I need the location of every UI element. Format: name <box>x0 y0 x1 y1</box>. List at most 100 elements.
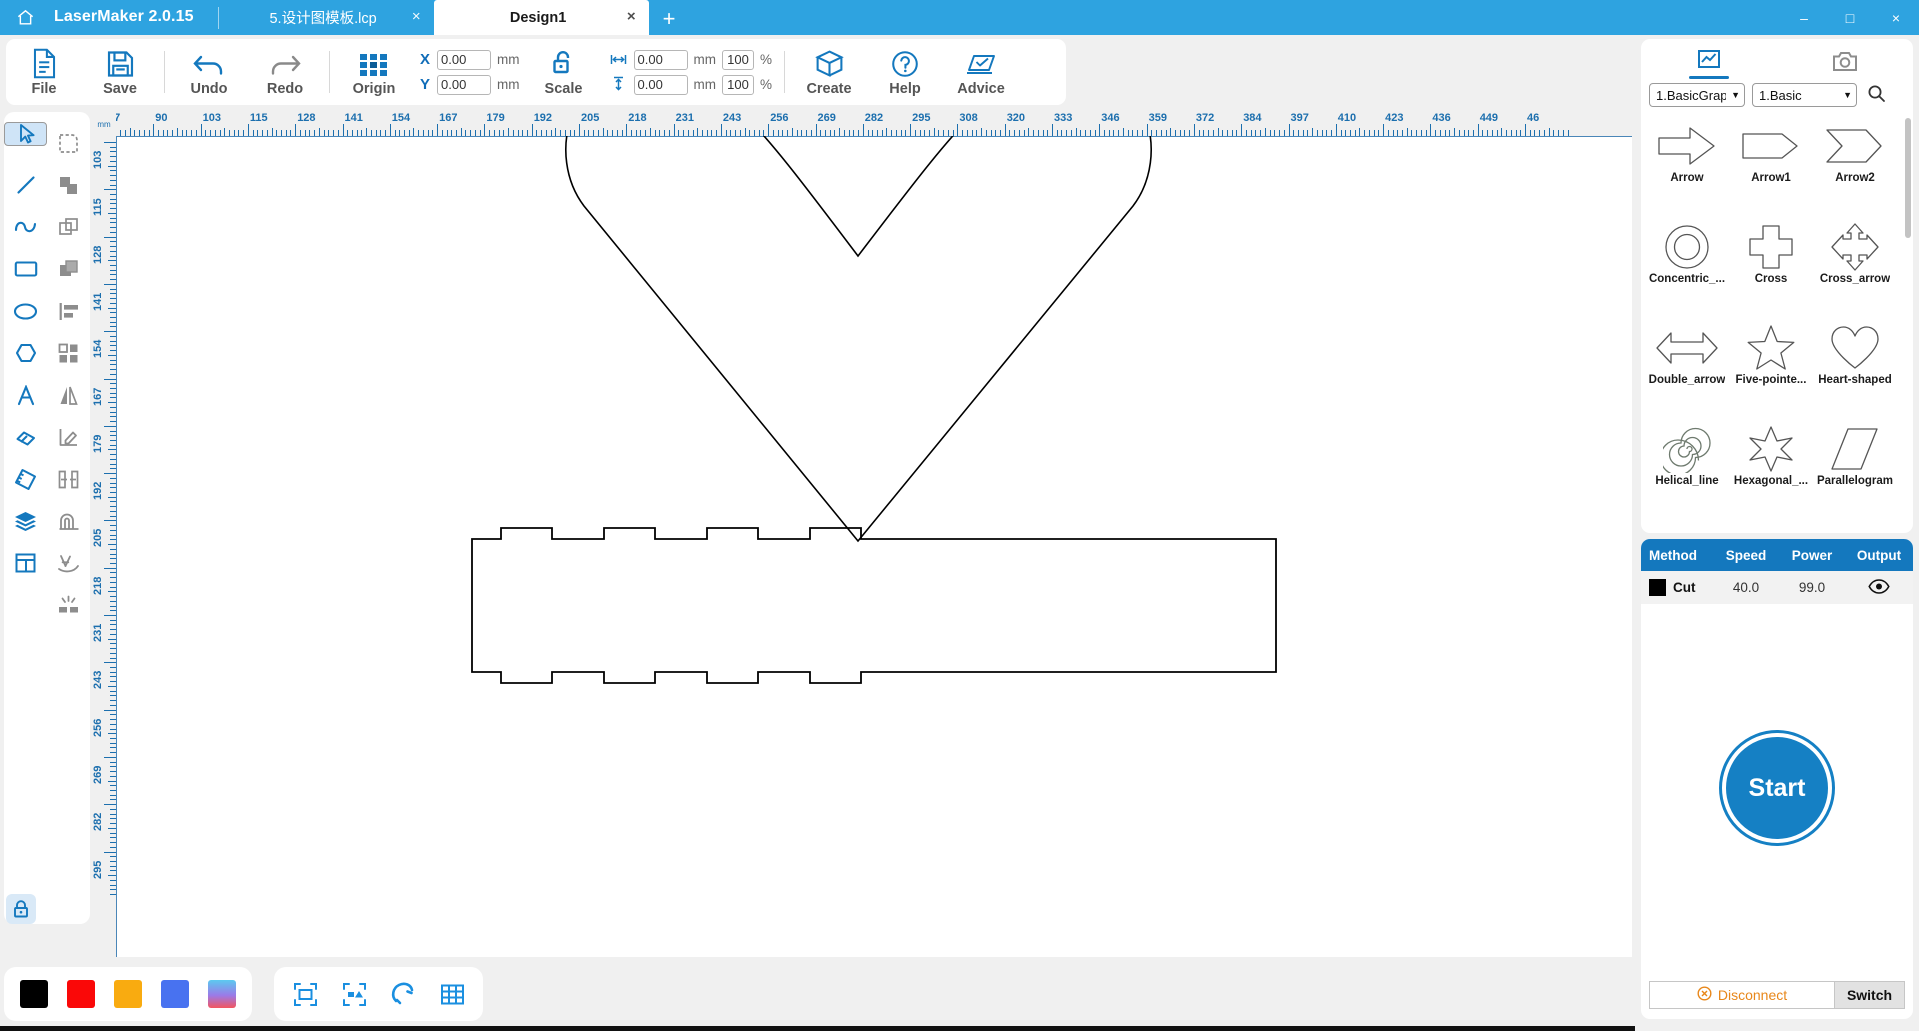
gap-tool[interactable] <box>47 458 90 500</box>
select-frame-icon[interactable] <box>290 979 320 1009</box>
close-button[interactable]: × <box>1873 0 1919 35</box>
camera-tab[interactable] <box>1777 39 1913 83</box>
home-icon[interactable] <box>0 0 50 35</box>
unlock-icon <box>550 47 578 79</box>
ruler-tool[interactable] <box>4 458 47 500</box>
eraser-tool[interactable] <box>4 416 47 458</box>
mirror-tool[interactable] <box>47 374 90 416</box>
layer-color-swatch[interactable] <box>1649 579 1666 596</box>
shape-item-arrow1[interactable]: Arrow1 <box>1729 120 1813 197</box>
shape-item-cross-arrow[interactable]: Cross_arrow <box>1813 221 1897 298</box>
graphics-library-tab[interactable] <box>1641 39 1777 83</box>
shape-grid-scrollbar[interactable] <box>1905 118 1911 238</box>
scale-button[interactable]: Scale <box>526 40 602 104</box>
text-tool[interactable] <box>4 374 47 416</box>
ruler-label: 179 <box>486 112 505 124</box>
union-tool[interactable] <box>47 164 90 206</box>
width-input[interactable] <box>633 49 688 70</box>
canvas-area[interactable]: mm 7790103115128141154167179192205218231… <box>92 112 1632 957</box>
shape-item-parallelogram[interactable]: Parallelogram <box>1813 423 1897 500</box>
file-button[interactable]: File <box>6 40 82 104</box>
switch-button[interactable]: Switch <box>1835 981 1905 1009</box>
power-cell[interactable]: 99.0 <box>1779 580 1845 595</box>
subcategory-select[interactable]: 1.Basic ▼ <box>1752 83 1857 107</box>
ruler-tick <box>108 354 116 356</box>
column-speed: Speed <box>1725 547 1767 563</box>
text-on-path-tool[interactable] <box>47 542 90 584</box>
node-edit-tool[interactable] <box>47 122 90 164</box>
ruler-tick <box>981 128 983 136</box>
intersect-tool[interactable] <box>47 248 90 290</box>
height-input[interactable] <box>633 74 688 95</box>
create-button[interactable]: Create <box>791 40 867 104</box>
magnet-snap-icon[interactable] <box>388 979 418 1009</box>
main-toolbar: File Save Undo Redo Origin X 0.00 mm Y 0… <box>0 35 1635 107</box>
start-button[interactable]: Start <box>1719 730 1835 846</box>
align-tool[interactable] <box>47 290 90 332</box>
measure-edit-tool[interactable] <box>47 416 90 458</box>
ruler-tick <box>271 128 273 136</box>
shape-item-heart[interactable]: Heart-shaped <box>1813 322 1897 399</box>
table-row[interactable]: Cut 40.0 99.0 <box>1641 571 1913 604</box>
category-select[interactable]: 1.BasicGrap ▼ <box>1649 83 1745 107</box>
canvas-lock-button[interactable] <box>6 894 36 924</box>
search-icon[interactable] <box>1864 84 1886 106</box>
undo-button[interactable]: Undo <box>171 40 247 104</box>
ellipse-tool[interactable] <box>4 290 47 332</box>
select-tool[interactable] <box>4 122 47 146</box>
tab-design1[interactable]: Design1 × <box>433 0 649 35</box>
layers-tool[interactable] <box>4 500 47 542</box>
shape-item-concentric[interactable]: Concentric_... <box>1645 221 1729 298</box>
new-tab-button[interactable]: + <box>649 8 690 35</box>
app-name: LaserMaker 2.0.15 <box>54 8 194 25</box>
color-blue[interactable] <box>161 980 189 1008</box>
tab-design-template[interactable]: 5.设计图模板.lcp × <box>219 0 434 35</box>
ruler-label: 410 <box>1337 112 1357 124</box>
width-percent-input[interactable] <box>722 49 754 70</box>
rectangle-tool[interactable] <box>4 248 47 290</box>
advice-button[interactable]: Advice <box>943 40 1019 104</box>
save-button[interactable]: Save <box>82 40 158 104</box>
help-button[interactable]: Help <box>867 40 943 104</box>
redo-button[interactable]: Redo <box>247 40 323 104</box>
x-position-input[interactable] <box>437 49 491 70</box>
shape-item-five-pointed-star[interactable]: Five-pointe... <box>1729 322 1813 399</box>
layout-tool[interactable] <box>4 542 47 584</box>
color-black[interactable] <box>20 980 48 1008</box>
polygon-tool[interactable] <box>4 332 47 374</box>
color-orange[interactable] <box>114 980 142 1008</box>
ruler-tick <box>886 128 888 136</box>
shape-item-cross[interactable]: Cross <box>1729 221 1813 298</box>
origin-button[interactable]: Origin <box>336 40 412 104</box>
line-tool[interactable] <box>4 164 47 206</box>
height-percent-input[interactable] <box>722 74 754 95</box>
toolbar-divider <box>164 51 165 93</box>
grid-icon[interactable] <box>437 979 467 1009</box>
group-select-icon[interactable] <box>339 979 369 1009</box>
drawing-board[interactable] <box>116 136 1632 957</box>
tab-close-icon[interactable]: × <box>627 9 636 24</box>
ruler-label: 231 <box>92 623 104 642</box>
speed-cell[interactable]: 40.0 <box>1713 580 1779 595</box>
shape-item-double-arrow[interactable]: Double_arrow <box>1645 322 1729 399</box>
color-red[interactable] <box>67 980 95 1008</box>
shape-item-arrow2[interactable]: Arrow2 <box>1813 120 1897 197</box>
disconnect-button[interactable]: Disconnect <box>1649 981 1835 1009</box>
weld-tool[interactable] <box>47 584 90 626</box>
maximize-button[interactable]: □ <box>1827 0 1873 35</box>
color-gradient[interactable] <box>208 980 236 1008</box>
output-cell[interactable] <box>1845 578 1913 597</box>
subtract-tool[interactable] <box>47 206 90 248</box>
minimize-button[interactable]: – <box>1781 0 1827 35</box>
path-offset-tool[interactable] <box>47 500 90 542</box>
save-label: Save <box>103 81 137 97</box>
ruler-label: 103 <box>202 112 221 124</box>
shape-item-arrow[interactable]: Arrow <box>1645 120 1729 197</box>
shape-item-helical-line[interactable]: Helical_line <box>1645 423 1729 500</box>
distribute-tool[interactable] <box>47 332 90 374</box>
eye-icon[interactable] <box>1868 578 1890 597</box>
curve-tool[interactable] <box>4 206 47 248</box>
shape-item-hexagonal-star[interactable]: Hexagonal_... <box>1729 423 1813 500</box>
tab-close-icon[interactable]: × <box>412 9 421 24</box>
y-position-input[interactable] <box>437 74 491 95</box>
